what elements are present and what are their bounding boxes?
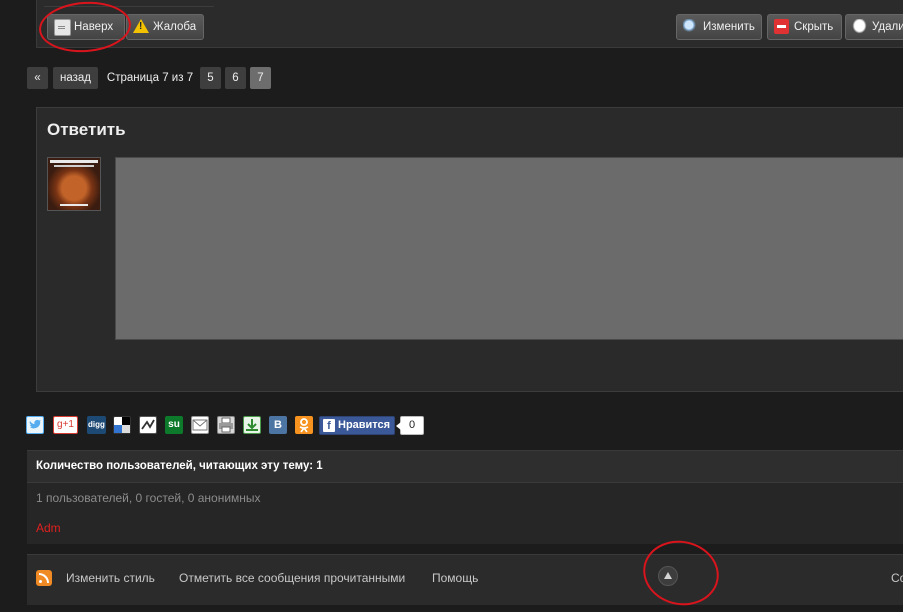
warning-icon bbox=[133, 19, 149, 34]
rss-icon[interactable] bbox=[36, 570, 52, 586]
edit-button-label: Изменить bbox=[703, 21, 755, 33]
pagination-info: Страница 7 из 7 bbox=[106, 72, 194, 84]
memori-icon[interactable] bbox=[139, 416, 157, 434]
hide-button-label: Скрыть bbox=[794, 21, 834, 33]
download-icon[interactable] bbox=[243, 416, 261, 434]
facebook-icon: f bbox=[323, 419, 335, 432]
print-icon[interactable] bbox=[217, 416, 235, 434]
reply-editor[interactable] bbox=[115, 157, 903, 340]
viewers-header-text: Количество пользователей, читающих эту т… bbox=[36, 460, 323, 472]
hide-icon bbox=[774, 19, 789, 34]
stumbleupon-icon[interactable]: su bbox=[165, 416, 183, 434]
delete-icon bbox=[852, 19, 867, 34]
top-button-label: Наверх bbox=[74, 21, 114, 33]
facebook-like-button[interactable]: f Нравится bbox=[319, 416, 395, 435]
like-count: 0 bbox=[396, 416, 424, 435]
change-style-link[interactable]: Изменить стиль bbox=[66, 571, 155, 585]
pagination-back[interactable]: назад bbox=[53, 67, 98, 89]
email-icon[interactable] bbox=[191, 416, 209, 434]
edit-icon bbox=[683, 19, 698, 34]
reply-panel: Ответить bbox=[36, 107, 903, 392]
top-button[interactable]: Наверх bbox=[47, 14, 125, 40]
avatar bbox=[47, 157, 101, 211]
scroll-to-top-icon[interactable] bbox=[658, 566, 678, 586]
like-label: Нравится bbox=[338, 419, 391, 431]
divider bbox=[44, 6, 214, 7]
reply-title: Ответить bbox=[47, 120, 126, 139]
hide-button[interactable]: Скрыть bbox=[767, 14, 842, 40]
footer-right-text: Со bbox=[891, 571, 903, 585]
report-button[interactable]: Жалоба bbox=[126, 14, 204, 40]
mark-read-link[interactable]: Отметить все сообщения прочитанными bbox=[179, 571, 405, 585]
pagination-page[interactable]: 5 bbox=[200, 67, 221, 89]
delete-button[interactable]: Удали bbox=[845, 14, 903, 40]
viewers-count: 1 пользователей, 0 гостей, 0 анонимных bbox=[36, 491, 261, 505]
delicious-icon[interactable] bbox=[113, 416, 131, 434]
viewer-username[interactable]: Adm bbox=[36, 521, 61, 535]
footer-bar: Изменить стиль Отметить все сообщения пр… bbox=[27, 554, 903, 605]
google-plus-icon[interactable]: g+1 bbox=[53, 416, 78, 434]
report-button-label: Жалоба bbox=[153, 21, 197, 33]
pagination-current-page: 7 bbox=[250, 67, 271, 89]
viewers-panel: Количество пользователей, читающих эту т… bbox=[27, 450, 903, 544]
pagination-page[interactable]: 6 bbox=[225, 67, 246, 89]
digg-icon[interactable]: digg bbox=[87, 416, 106, 434]
twitter-icon[interactable] bbox=[26, 416, 44, 434]
pagination-first[interactable]: « bbox=[27, 67, 48, 89]
help-link[interactable]: Помощь bbox=[432, 571, 478, 585]
odnoklassniki-icon[interactable] bbox=[295, 416, 313, 434]
delete-button-label: Удали bbox=[872, 21, 903, 33]
vkontakte-icon[interactable]: B bbox=[269, 416, 287, 434]
viewers-header: Количество пользователей, читающих эту т… bbox=[27, 451, 903, 483]
page-icon bbox=[54, 19, 71, 36]
edit-button[interactable]: Изменить bbox=[676, 14, 762, 40]
